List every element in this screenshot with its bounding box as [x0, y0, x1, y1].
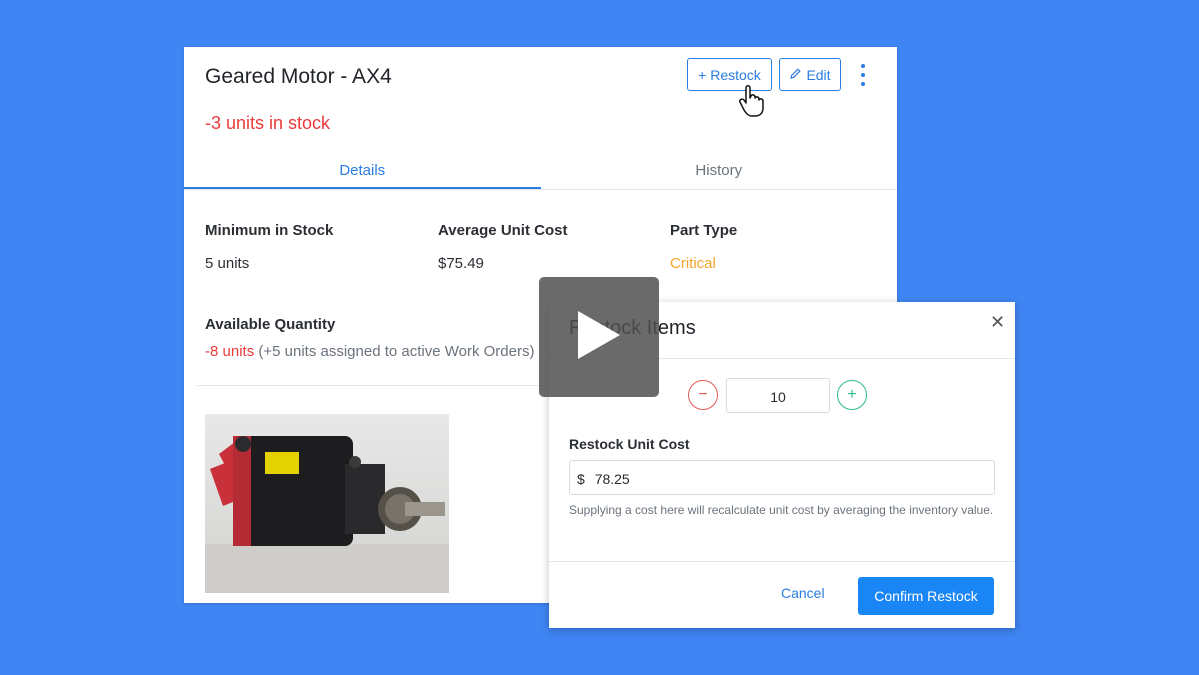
cancel-button[interactable]: Cancel	[781, 585, 825, 601]
available-quantity: -8 units (+5 units assigned to active Wo…	[205, 343, 534, 360]
tab-bar: Details History	[184, 154, 897, 190]
quantity-input[interactable]: 10	[726, 378, 830, 413]
confirm-restock-button[interactable]: Confirm Restock	[858, 577, 994, 615]
modal-footer-divider	[549, 561, 1015, 562]
restock-cost-value: 78.25	[594, 471, 630, 487]
stock-status: -3 units in stock	[205, 113, 331, 133]
avg-cost-label: Average Unit Cost	[438, 222, 568, 239]
help-text: Supplying a cost here will recalculate u…	[569, 503, 994, 517]
tab-history[interactable]: History	[541, 154, 898, 189]
avg-cost-value: $75.49	[438, 255, 484, 272]
part-photo	[205, 414, 449, 593]
pencil-icon	[789, 67, 802, 83]
min-stock-value: 5 units	[205, 255, 250, 272]
available-quantity-label: Available Quantity	[205, 316, 336, 333]
restock-cost-input[interactable]: $ 78.25	[569, 460, 995, 495]
kebab-menu-icon[interactable]	[857, 64, 869, 86]
minus-icon[interactable]: −	[688, 380, 718, 410]
hand-cursor-icon	[736, 80, 776, 120]
available-quantity-note: (+5 units assigned to active Work Orders…	[258, 343, 535, 360]
restock-cost-label: Restock Unit Cost	[569, 436, 690, 452]
currency-symbol: $	[577, 471, 585, 487]
edit-button[interactable]: Edit	[779, 58, 841, 91]
plus-icon[interactable]: +	[837, 380, 867, 410]
part-type-label: Part Type	[670, 222, 738, 239]
edit-button-label: Edit	[806, 66, 831, 83]
close-icon[interactable]: ✕	[990, 312, 1005, 333]
available-quantity-value: -8 units	[205, 343, 255, 360]
play-icon	[576, 309, 622, 366]
tab-details[interactable]: Details	[184, 154, 541, 189]
min-stock-label: Minimum in Stock	[205, 222, 334, 239]
part-type-value: Critical	[670, 255, 716, 272]
play-button[interactable]	[539, 277, 659, 397]
part-title: Geared Motor - AX4	[205, 65, 392, 88]
